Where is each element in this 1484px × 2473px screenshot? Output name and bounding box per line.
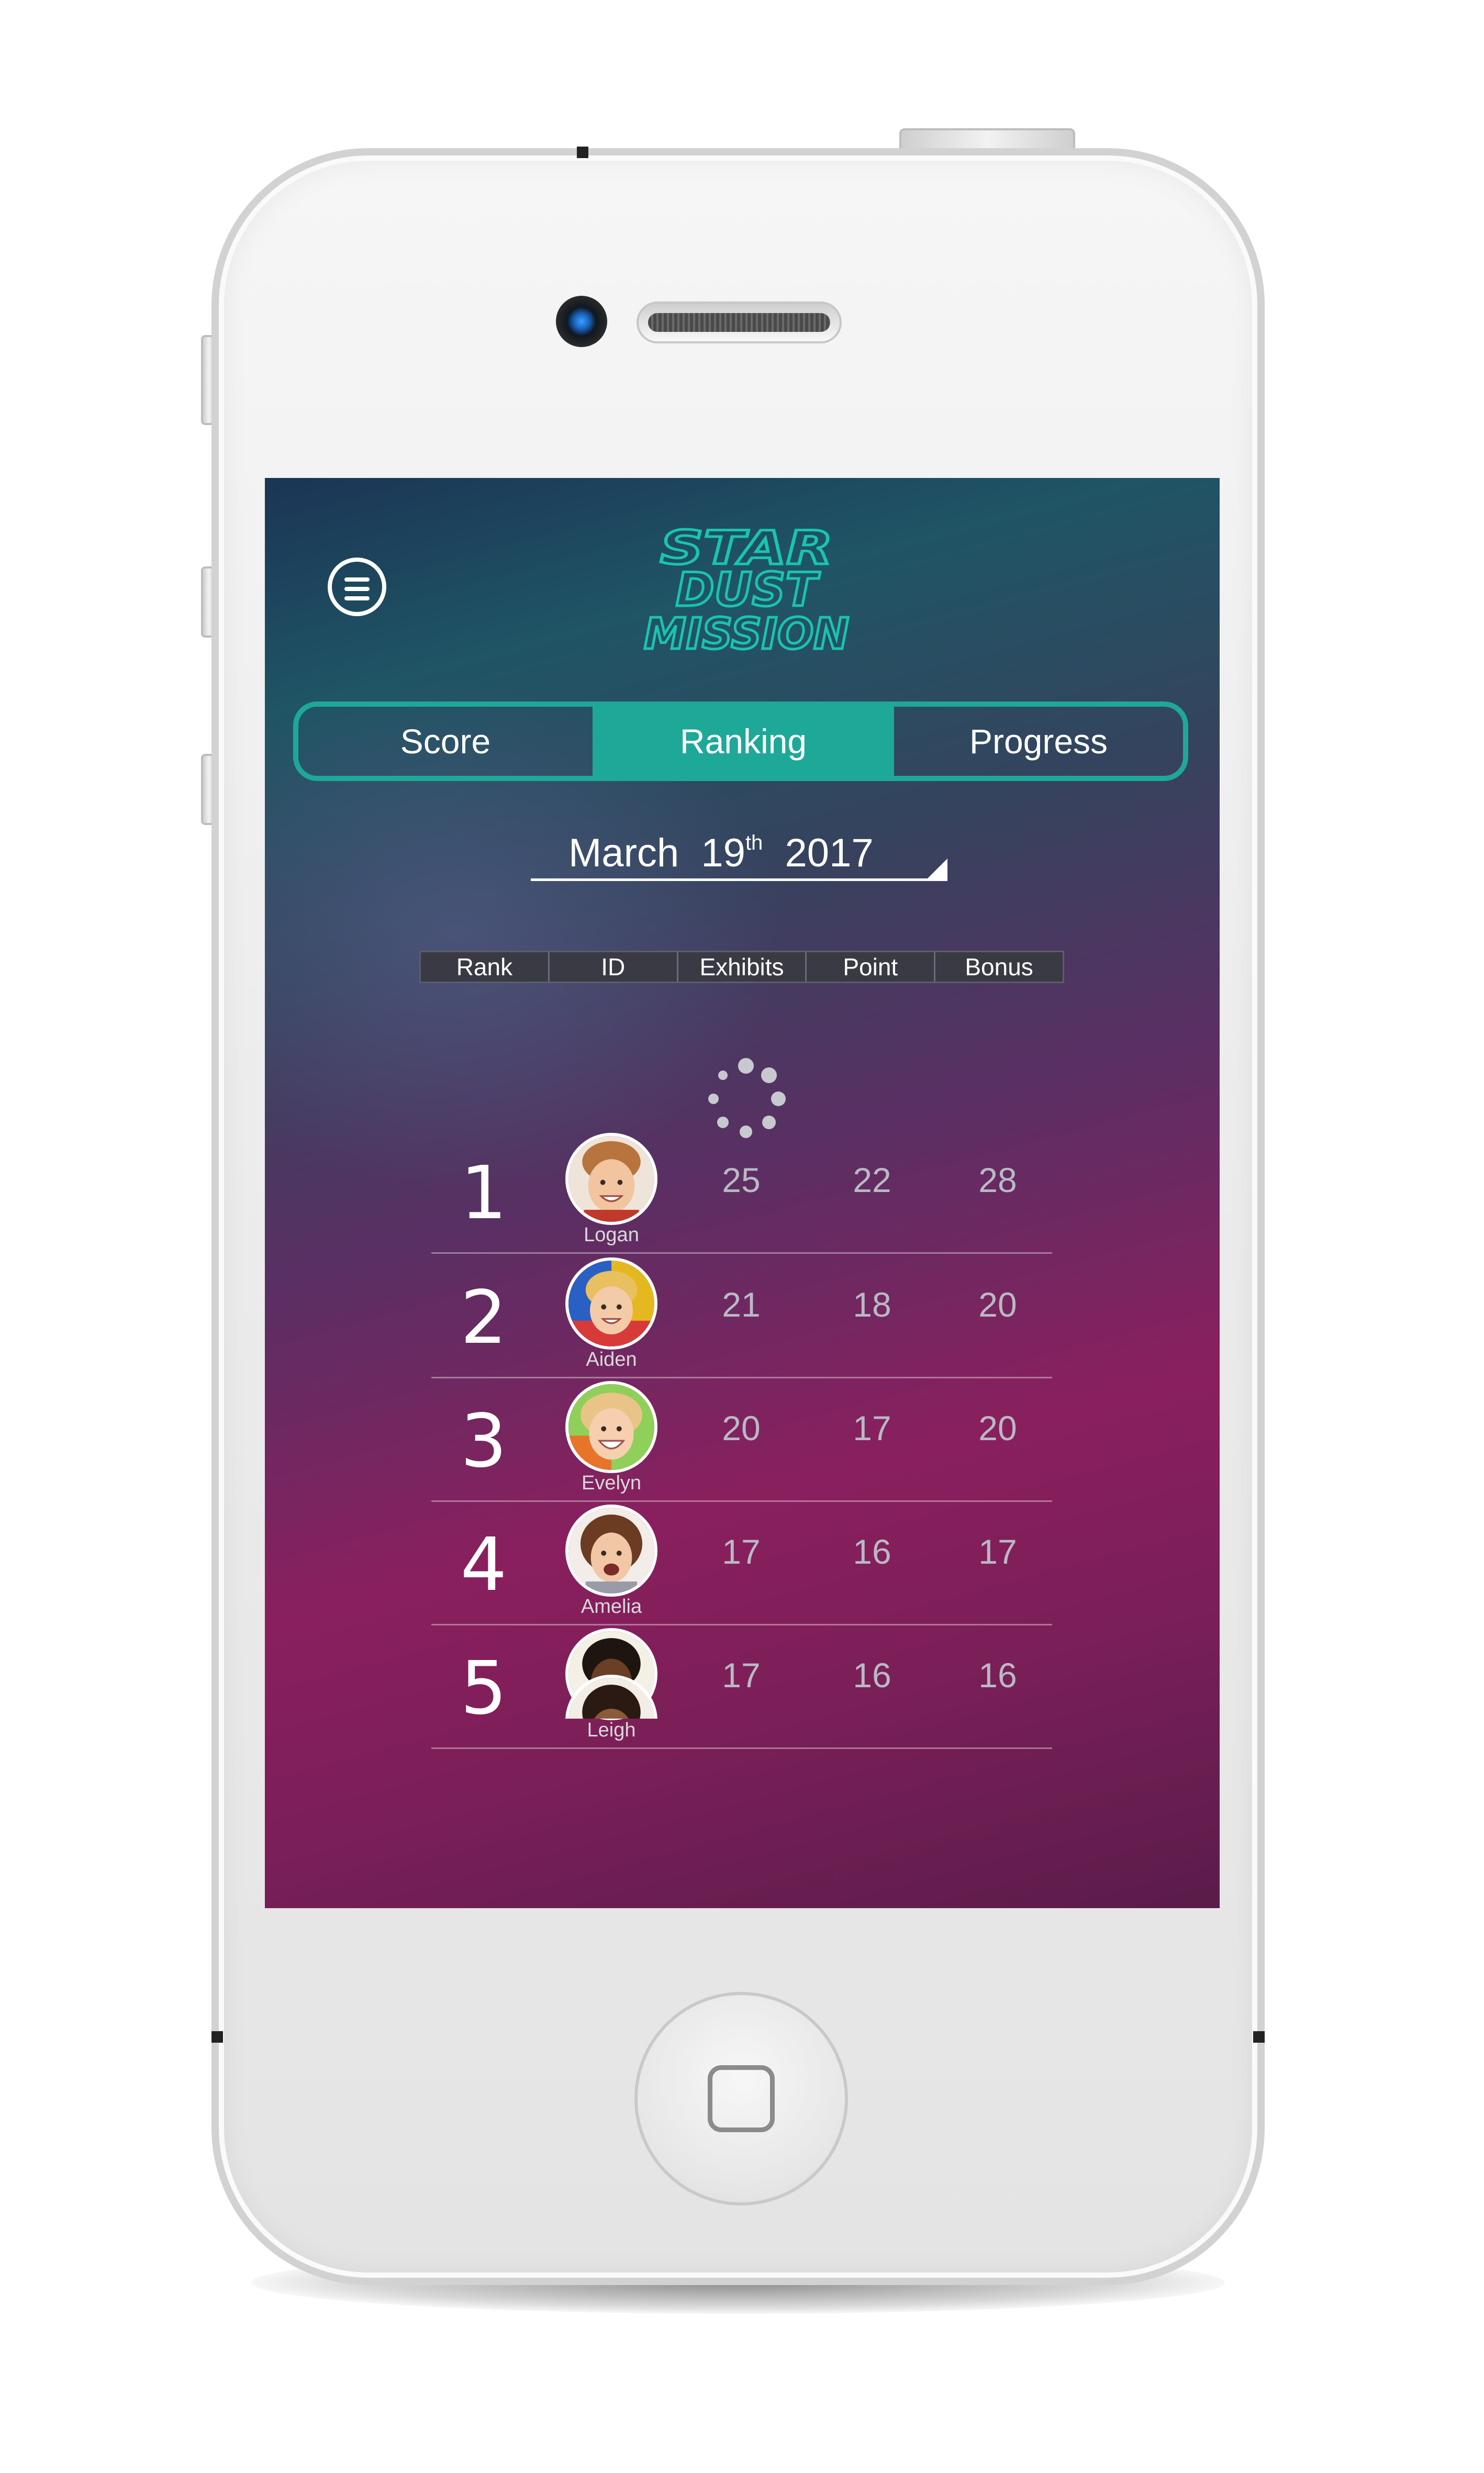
- hamburger-menu-icon: [344, 577, 370, 582]
- player-avatar: [565, 1133, 657, 1225]
- ranking-row[interactable]: 4 Amelia 17 16 17: [431, 1500, 1052, 1625]
- app-screen: STAR DUST MISSION Score Ranking Progress…: [265, 478, 1220, 1908]
- exhibits-value: 17: [722, 1532, 761, 1571]
- ranking-row[interactable]: 2 Aiden 21 18 20: [431, 1253, 1052, 1378]
- rank-number: 1: [460, 1151, 507, 1236]
- player-avatar: [565, 1257, 657, 1350]
- hamburger-menu-icon: [344, 596, 370, 600]
- antenna-band-mark: [1253, 2031, 1265, 2043]
- rank-number: 3: [460, 1399, 507, 1484]
- ranking-row: [431, 1670, 1052, 1719]
- ranking-row[interactable]: 3 Evelyn 20 17 20: [431, 1377, 1052, 1502]
- player-avatar: [565, 1381, 657, 1473]
- antenna-band-mark: [211, 2031, 223, 2043]
- point-value: 18: [853, 1285, 891, 1324]
- bonus-value: 28: [978, 1161, 1017, 1199]
- exhibits-value: 21: [722, 1285, 761, 1324]
- point-value: 17: [853, 1409, 891, 1447]
- player-name: Amelia: [581, 1596, 642, 1618]
- hamburger-menu-icon: [344, 587, 370, 591]
- player-name: Leigh: [587, 1719, 636, 1741]
- rank-number: 2: [460, 1275, 507, 1361]
- bonus-value: 20: [978, 1285, 1017, 1324]
- ranking-row[interactable]: 1 Logan 25 22 28: [431, 1129, 1052, 1254]
- player-name: Evelyn: [581, 1472, 642, 1494]
- ranking-list: 1 Logan 25 22 28 2 Aiden 21 18 20 3 Evel…: [431, 478, 1052, 1787]
- earpiece-speaker: [637, 302, 842, 343]
- rank-number: 4: [460, 1522, 507, 1608]
- player-avatar: [565, 1505, 657, 1597]
- exhibits-value: 20: [722, 1409, 761, 1447]
- player-name: Aiden: [586, 1349, 637, 1371]
- menu-button[interactable]: [328, 558, 386, 616]
- player-name: Logan: [584, 1224, 639, 1246]
- exhibits-value: 25: [722, 1161, 761, 1199]
- bonus-value: 20: [978, 1409, 1017, 1447]
- front-camera: [556, 296, 607, 347]
- player-avatar: [565, 1675, 657, 1719]
- point-value: 16: [853, 1532, 891, 1571]
- home-square-icon: [708, 2065, 775, 2132]
- home-button[interactable]: [634, 1992, 848, 2205]
- partial-ranking-row: [431, 1670, 1052, 1719]
- antenna-band-mark: [577, 147, 588, 158]
- bonus-value: 17: [978, 1532, 1017, 1571]
- point-value: 22: [853, 1161, 891, 1199]
